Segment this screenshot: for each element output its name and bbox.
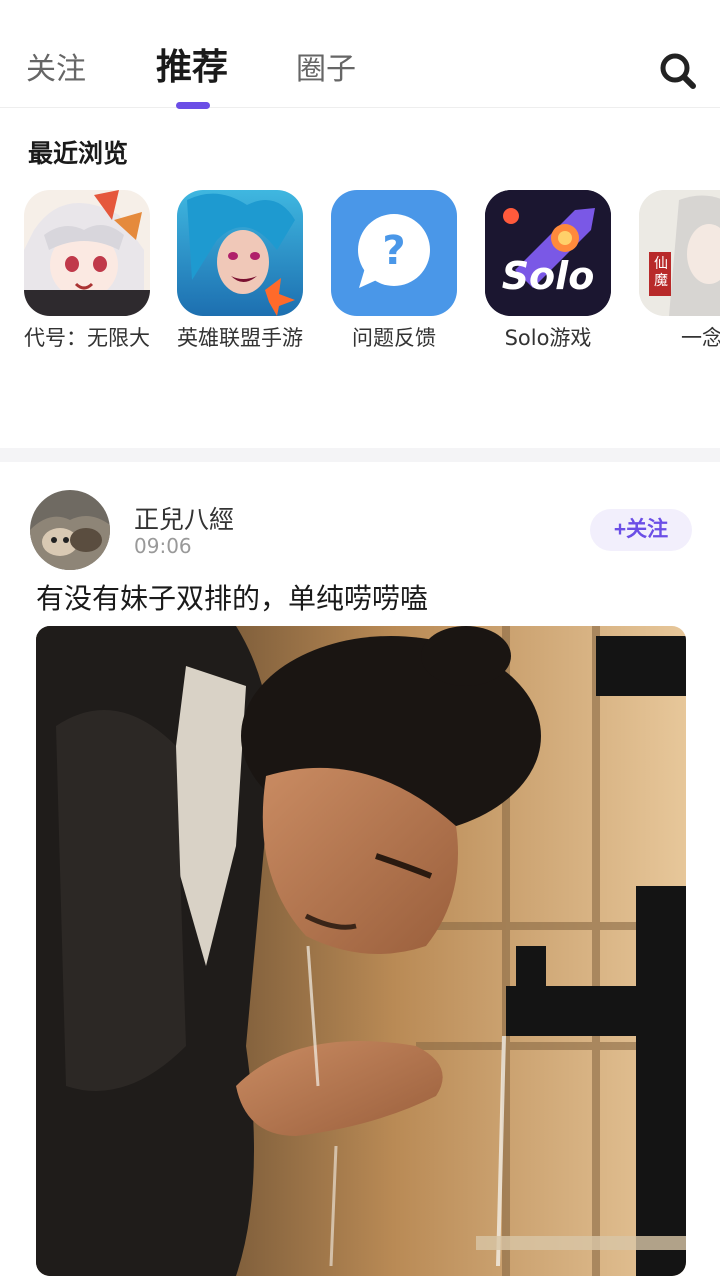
tab-follow[interactable]: 关注 xyxy=(26,50,86,90)
recent-apps-row: 代号：无限大 英雄联盟手游 ? 问题反馈 Solo Solo游戏 仙魔 一念 xyxy=(0,190,720,400)
recent-section-title: 最近浏览 xyxy=(28,139,129,168)
recent-app-item[interactable]: Solo Solo游戏 xyxy=(473,190,623,353)
section-divider xyxy=(0,448,720,462)
solo-rocket-icon: Solo xyxy=(485,190,611,316)
post-text[interactable]: 有没有妹子双排的，单纯唠唠嗑 xyxy=(36,580,428,618)
post-timestamp: 09:06 xyxy=(134,534,192,558)
recent-app-name: 一念 xyxy=(681,326,720,350)
follow-button[interactable]: +关注 xyxy=(590,509,692,551)
seal-text: 仙魔 xyxy=(654,256,668,289)
top-tab-bar: 关注 推荐 圈子 xyxy=(0,0,720,109)
post-username[interactable]: 正兒八經 xyxy=(134,500,234,536)
recent-app-name: 问题反馈 xyxy=(352,326,436,350)
tab-recommend[interactable]: 推荐 xyxy=(156,48,228,88)
recent-app-name: Solo游戏 xyxy=(504,326,592,350)
recent-app-name: 英雄联盟手游 xyxy=(177,326,303,350)
tab-circle[interactable]: 圈子 xyxy=(296,50,356,90)
recent-app-item[interactable]: 代号：无限大 xyxy=(12,190,162,353)
recent-app-name: 代号：无限大 xyxy=(24,326,150,350)
recent-app-item[interactable]: 仙魔 一念 xyxy=(627,190,720,353)
question-bubble-icon: ? xyxy=(331,190,457,316)
svg-text:?: ? xyxy=(382,228,405,274)
white-hair-character-icon: 仙魔 xyxy=(639,190,720,316)
recent-app-item[interactable]: 英雄联盟手游 xyxy=(165,190,315,353)
search-icon xyxy=(660,53,696,89)
post-image[interactable] xyxy=(36,626,686,1276)
solo-logo-text: Solo xyxy=(501,254,595,298)
anime-girl-game-icon xyxy=(24,190,150,316)
search-button[interactable] xyxy=(654,48,702,96)
active-tab-indicator xyxy=(176,102,210,109)
league-of-legends-icon xyxy=(177,190,303,316)
avatar[interactable] xyxy=(30,490,110,570)
recent-app-item[interactable]: ? 问题反馈 xyxy=(319,190,469,353)
